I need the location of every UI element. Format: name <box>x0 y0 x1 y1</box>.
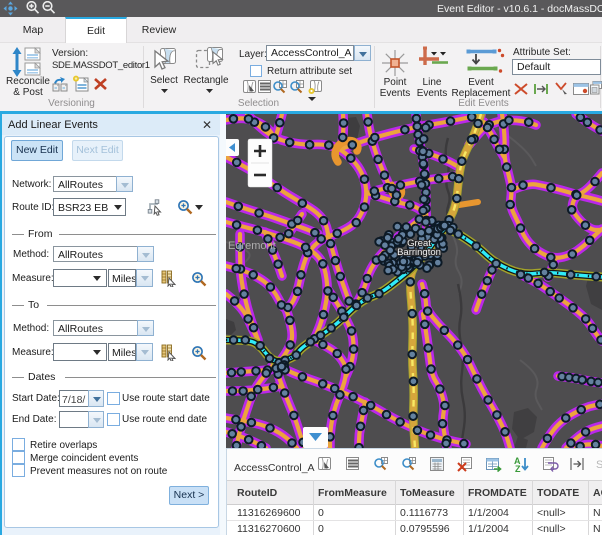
svg-text:Z: Z <box>515 464 521 473</box>
svg-text:Barrington: Barrington <box>397 247 441 258</box>
svg-text:S: S <box>596 459 602 471</box>
svg-text:Egremont: Egremont <box>228 240 276 252</box>
